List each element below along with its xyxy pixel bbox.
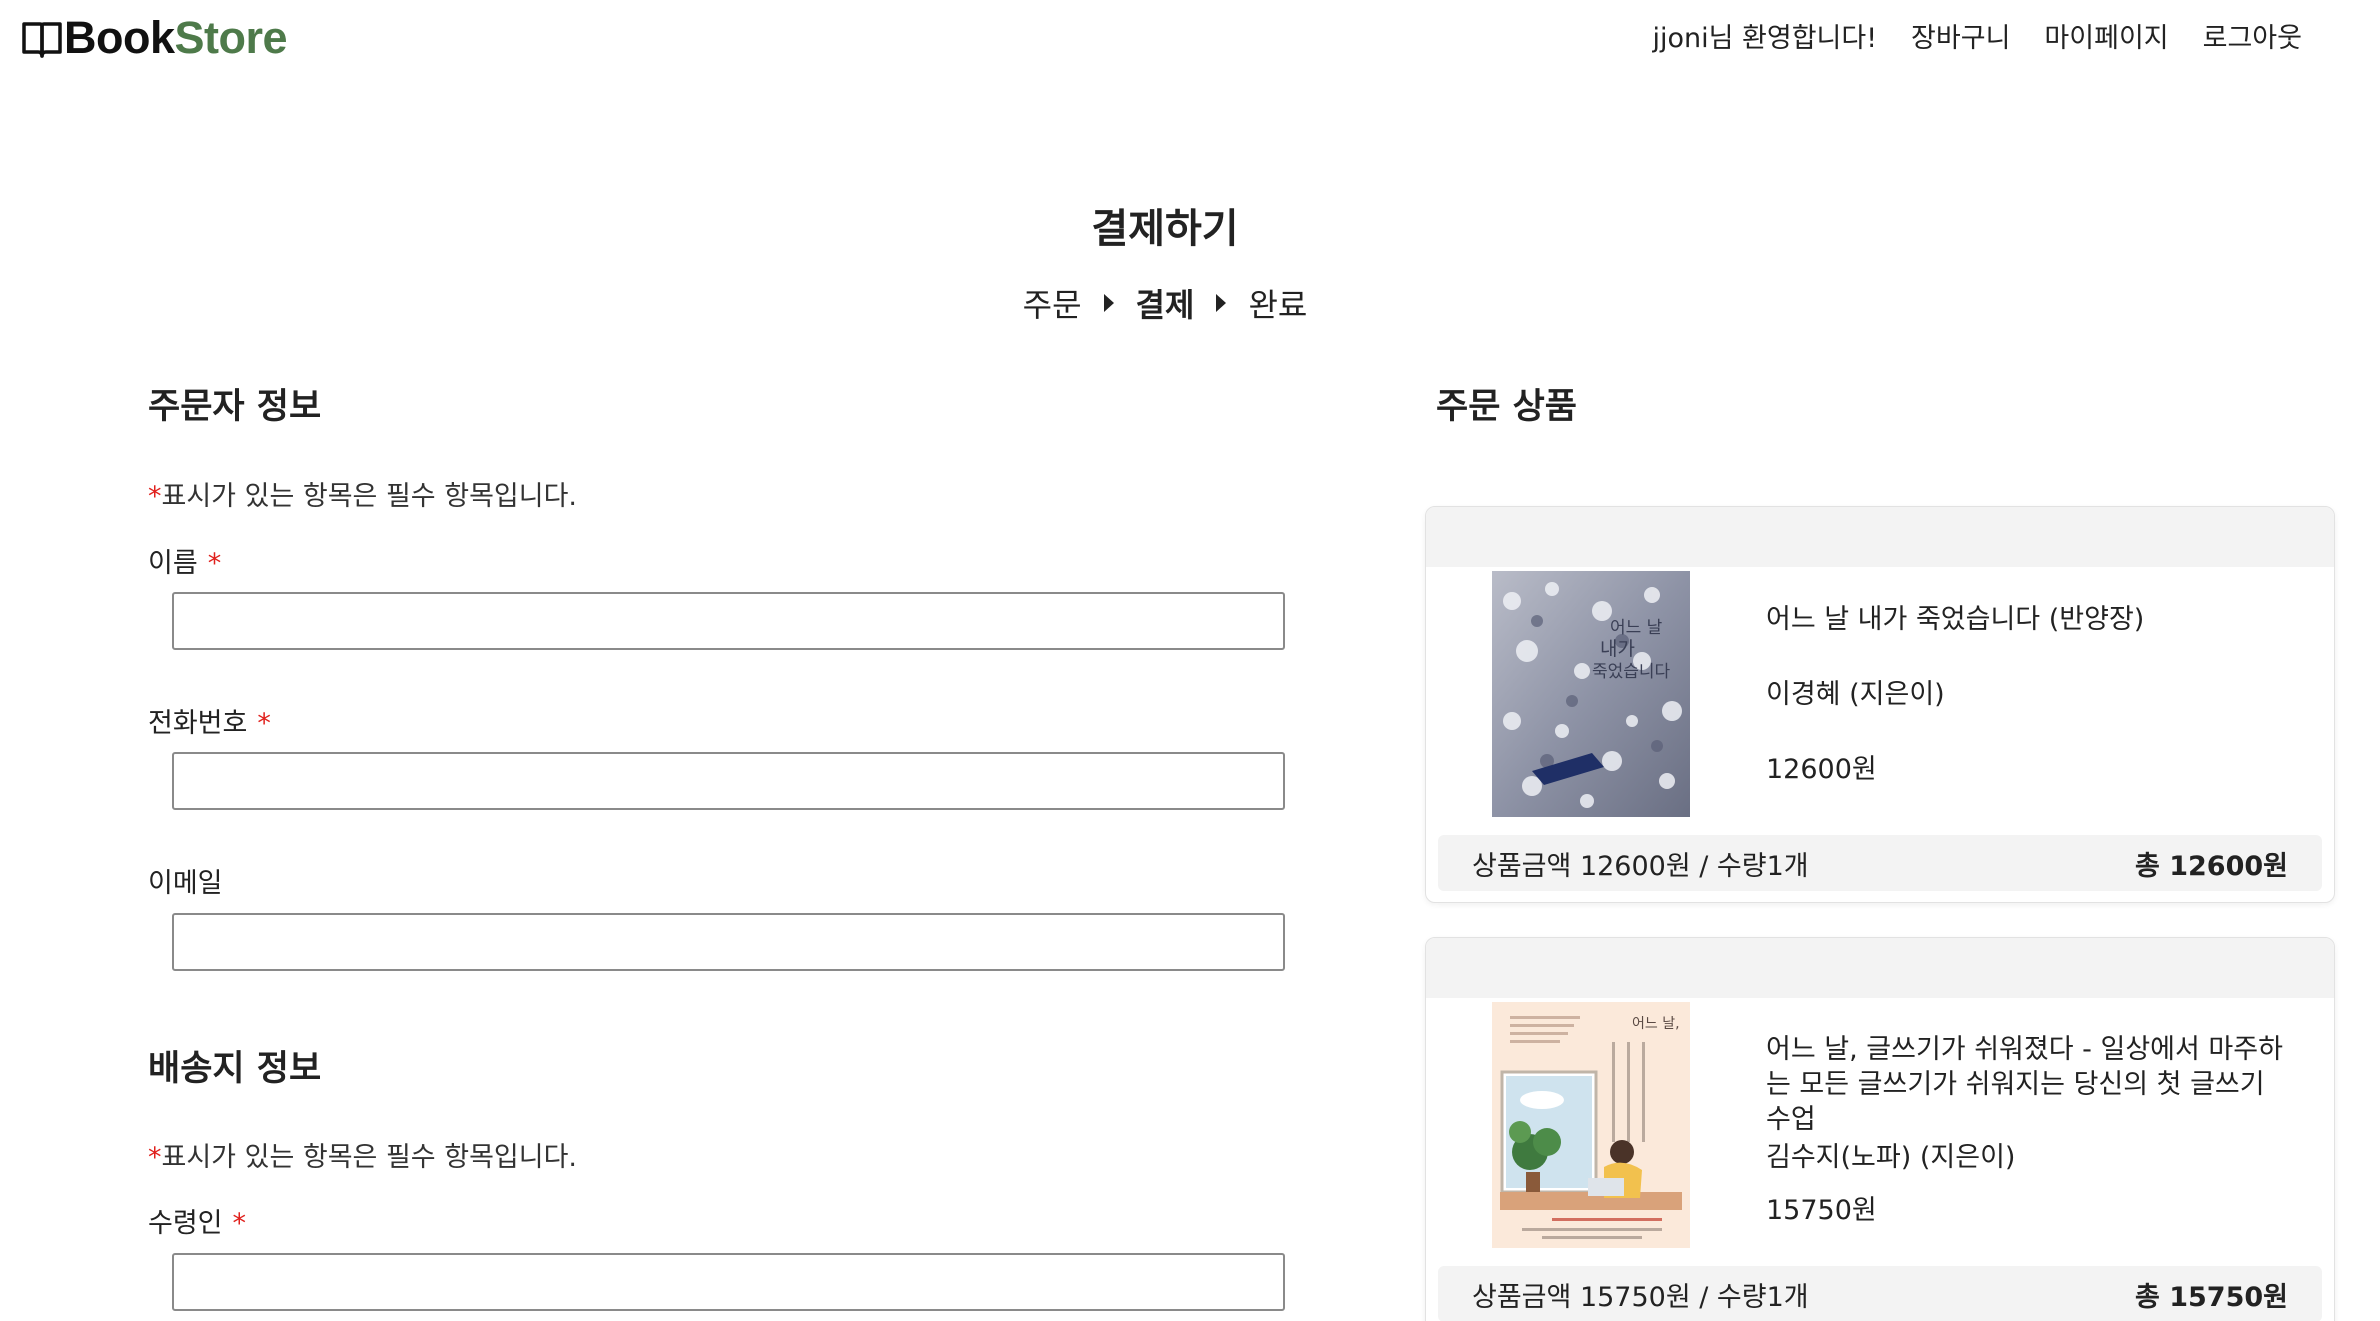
email-label: 이메일 <box>148 861 223 900</box>
required-star: * <box>207 548 222 579</box>
required-note-text: 표시가 있는 항목은 필수 항목입니다. <box>161 1142 578 1173</box>
item-summary: 상품금액 15750원 / 수량1개 <box>1472 1281 1809 1313</box>
recipient-label: 수령인 * <box>148 1201 246 1240</box>
svg-text:내가: 내가 <box>1600 638 1635 660</box>
book-title: 어느 날, 글쓰기가 쉬워졌다 - 일상에서 마주하는 모든 글쓰기가 쉬워지는… <box>1766 1034 2283 1135</box>
book-price: 12600원 <box>1766 754 1877 785</box>
required-note: *표시가 있는 항목은 필수 항목입니다. <box>148 1135 577 1174</box>
step-payment: 결제 <box>1135 286 1195 324</box>
book-author: 김수지(노파) (지은이) <box>1766 1142 2016 1173</box>
required-star: * <box>148 481 162 512</box>
order-items-section-title: 주문 상품 <box>1436 387 1577 427</box>
book-title: 어느 날 내가 죽었습니다 (반양장) <box>1766 604 2145 635</box>
step-arrow-icon <box>1216 294 1227 312</box>
book-author: 이경혜 (지은이) <box>1766 679 1945 710</box>
name-label: 이름 * <box>148 541 221 580</box>
card-summary-bar: 상품금액 12600원 / 수량1개 총 12600원 <box>1438 835 2322 891</box>
step-arrow-icon <box>1103 294 1114 312</box>
checkout-steps: 주문 결제 완료 <box>0 280 2330 326</box>
page-title: 결제하기 <box>1091 206 1239 252</box>
card-header <box>1426 507 2334 567</box>
open-book-icon <box>22 22 62 58</box>
required-note-text: 표시가 있는 항목은 필수 항목입니다. <box>161 481 578 512</box>
mypage-link[interactable]: 마이페이지 <box>2044 16 2168 55</box>
cart-link[interactable]: 장바구니 <box>1911 16 2010 55</box>
step-order: 주문 <box>1022 286 1082 324</box>
top-nav: jjoni님 환영합니다! 장바구니 마이페이지 로그아웃 <box>1652 16 2302 55</box>
recipient-label-text: 수령인 <box>148 1208 223 1239</box>
logo-text: BookStore <box>64 12 288 64</box>
book-price: 15750원 <box>1766 1195 1877 1226</box>
svg-text:어느 날: 어느 날 <box>1610 618 1663 638</box>
name-label-text: 이름 <box>148 548 198 579</box>
logo-store-text: Store <box>174 12 288 63</box>
orderer-section-title: 주문자 정보 <box>148 387 322 427</box>
required-star: * <box>232 1208 247 1239</box>
phone-label-text: 전화번호 <box>148 708 248 739</box>
logout-link[interactable]: 로그아웃 <box>2203 16 2302 55</box>
required-note: *표시가 있는 항목은 필수 항목입니다. <box>148 474 577 513</box>
svg-text:어느 날,: 어느 날, <box>1632 1016 1680 1032</box>
order-item-card: 어느 날, 어느 날, 글쓰기가 쉬워졌다 - 일상에서 마주하는 모든 글쓰기… <box>1425 937 2335 1321</box>
phone-input[interactable] <box>172 752 1285 810</box>
recipient-input[interactable] <box>172 1253 1285 1311</box>
required-star: * <box>148 1142 162 1173</box>
card-header <box>1426 938 2334 998</box>
shipping-section-title: 배송지 정보 <box>148 1049 322 1089</box>
step-complete: 완료 <box>1248 286 1308 324</box>
email-label-text: 이메일 <box>148 868 223 899</box>
card-summary-bar: 상품금액 15750원 / 수량1개 총 15750원 <box>1438 1266 2322 1321</box>
book-cover-image: 어느 날 내가 죽었습니다 <box>1492 571 1690 817</box>
logo-book-text: Book <box>64 12 175 63</box>
svg-text:죽었습니다: 죽었습니다 <box>1592 662 1671 682</box>
welcome-message[interactable]: jjoni님 환영합니다! <box>1652 16 1877 55</box>
name-input[interactable] <box>172 592 1285 650</box>
email-input[interactable] <box>172 913 1285 971</box>
item-total: 총 15750원 <box>2134 1281 2288 1313</box>
required-star: * <box>257 708 271 739</box>
item-summary: 상품금액 12600원 / 수량1개 <box>1472 850 1809 882</box>
item-total: 총 12600원 <box>2134 850 2288 882</box>
logo[interactable]: BookStore <box>20 8 288 68</box>
phone-label: 전화번호 * <box>148 701 271 740</box>
book-cover-image: 어느 날, <box>1492 1002 1690 1248</box>
order-item-card: 어느 날 내가 죽었습니다 어느 날 내가 죽었습니다 (반양장) 이경혜 (지… <box>1425 506 2335 903</box>
